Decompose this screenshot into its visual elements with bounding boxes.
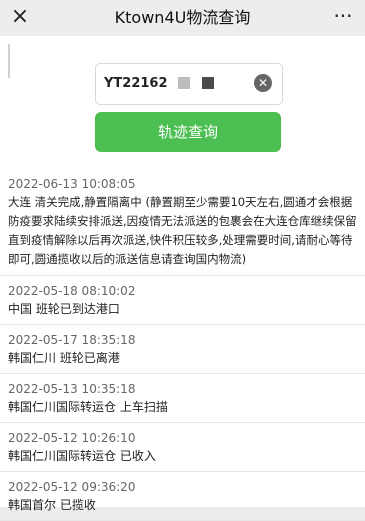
list-item: 2022-05-12 10:26:10 韩国仁川国际转运仓 已收入 xyxy=(0,423,365,472)
event-time: 2022-06-13 10:08:05 xyxy=(8,177,136,191)
list-item: 2022-05-12 09:36:20 韩国首尔 已揽收 xyxy=(0,472,365,521)
more-icon[interactable]: ··· xyxy=(329,5,357,29)
redaction-block xyxy=(178,77,190,89)
close-icon[interactable]: × xyxy=(8,5,32,29)
event-time: 2022-05-18 08:10:02 xyxy=(8,284,136,298)
event-time: 2022-05-13 10:35:18 xyxy=(8,382,136,396)
event-description: 韩国首尔 已揽收 xyxy=(8,498,96,512)
event-time: 2022-05-12 10:26:10 xyxy=(8,431,136,445)
list-item: 2022-06-13 10:08:05 大连 清关完成,静置隔离中 (静置期至少… xyxy=(0,169,365,276)
event-description: 韩国仁川国际转运仓 已收入 xyxy=(8,449,156,463)
track-query-button[interactable]: 轨迹查询 xyxy=(95,112,281,152)
top-bar: × Ktown4U物流查询 ··· xyxy=(0,0,365,36)
list-item: 2022-05-13 10:35:18 韩国仁川国际转运仓 上车扫描 xyxy=(0,374,365,423)
list-item: 2022-05-17 18:35:18 韩国仁川 班轮已离港 xyxy=(0,325,365,374)
event-time: 2022-05-12 09:36:20 xyxy=(8,480,136,494)
list-item: 2022-05-18 08:10:02 中国 班轮已到达港口 xyxy=(0,276,365,325)
event-description: 大连 清关完成,静置隔离中 (静置期至少需要10天左右,圆通才会根据防疫要求陆续… xyxy=(8,195,357,266)
tracking-number-input[interactable]: YT22162 xyxy=(104,74,174,94)
page-title: Ktown4U物流查询 xyxy=(114,8,251,27)
scroll-indicator xyxy=(8,44,10,78)
tracking-list: 2022-06-13 10:08:05 大连 清关完成,静置隔离中 (静置期至少… xyxy=(0,169,365,521)
redaction-block xyxy=(202,77,214,89)
event-description: 中国 班轮已到达港口 xyxy=(8,302,120,316)
event-description: 韩国仁川国际转运仓 上车扫描 xyxy=(8,400,168,414)
event-description: 韩国仁川 班轮已离港 xyxy=(8,351,120,365)
main-content: YT22162 ✕ 轨迹查询 2022-06-13 10:08:05 大连 清关… xyxy=(0,36,365,521)
clear-icon[interactable]: ✕ xyxy=(254,74,272,92)
tracking-number-field[interactable]: YT22162 ✕ xyxy=(95,63,283,105)
event-time: 2022-05-17 18:35:18 xyxy=(8,333,136,347)
